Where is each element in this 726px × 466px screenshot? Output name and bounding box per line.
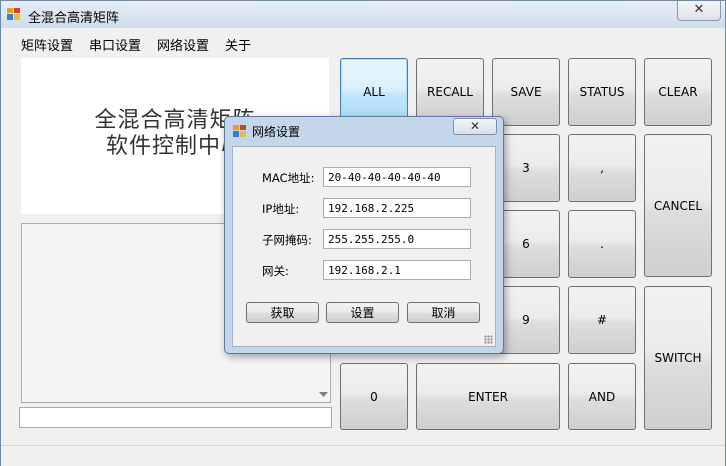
menu-serial-settings[interactable]: 串口设置	[89, 35, 141, 54]
menu-bar: 矩阵设置 串口设置 网络设置 关于	[1, 29, 725, 55]
mac-field[interactable]: 20-40-40-40-40-40	[323, 167, 471, 187]
get-button[interactable]: 获取	[246, 302, 319, 323]
dialog-body: MAC地址: 20-40-40-40-40-40 IP地址: 192.168.2…	[232, 146, 496, 347]
and-button[interactable]: AND	[568, 363, 636, 430]
app-icon	[7, 8, 20, 20]
dialog-app-icon	[233, 125, 246, 137]
switch-button[interactable]: SWITCH	[644, 286, 712, 430]
gateway-field[interactable]: 192.168.2.1	[323, 260, 471, 280]
clear-button[interactable]: CLEAR	[644, 58, 712, 126]
save-button[interactable]: SAVE	[492, 58, 560, 126]
subnet-mask-field[interactable]: 255.255.255.0	[323, 229, 471, 249]
key-0-button[interactable]: 0	[340, 363, 408, 430]
cancel-button[interactable]: CANCEL	[644, 134, 712, 277]
status-bar	[1, 445, 725, 466]
menu-about[interactable]: 关于	[225, 35, 251, 54]
command-input[interactable]	[19, 407, 332, 428]
hash-button[interactable]: #	[568, 286, 636, 354]
ip-field[interactable]: 192.168.2.225	[323, 198, 471, 218]
set-button[interactable]: 设置	[326, 302, 399, 323]
dot-button[interactable]: .	[568, 210, 636, 278]
enter-button[interactable]: ENTER	[416, 363, 560, 430]
gateway-label: 网关:	[262, 264, 289, 278]
resize-grip-icon[interactable]	[484, 335, 493, 344]
menu-network-settings[interactable]: 网络设置	[157, 35, 209, 54]
window-title: 全混合高清矩阵	[28, 11, 120, 26]
window-close-button[interactable]: ✕	[677, 1, 721, 21]
title-bar[interactable]: 全混合高清矩阵 ✕	[1, 1, 725, 28]
mac-label: MAC地址:	[262, 171, 315, 185]
ip-label: IP地址:	[262, 202, 300, 216]
dialog-cancel-button[interactable]: 取消	[407, 302, 480, 323]
scroll-down-arrow-icon[interactable]	[319, 392, 328, 398]
status-button[interactable]: STATUS	[568, 58, 636, 126]
dialog-close-button[interactable]: ✕	[453, 118, 497, 135]
menu-matrix-settings[interactable]: 矩阵设置	[21, 35, 73, 54]
dialog-title: 网络设置	[252, 125, 301, 139]
subnet-mask-label: 子网掩码:	[262, 233, 312, 247]
network-settings-dialog: 网络设置 ✕ MAC地址: 20-40-40-40-40-40 IP地址: 19…	[224, 116, 504, 354]
comma-button[interactable]: ,	[568, 134, 636, 202]
